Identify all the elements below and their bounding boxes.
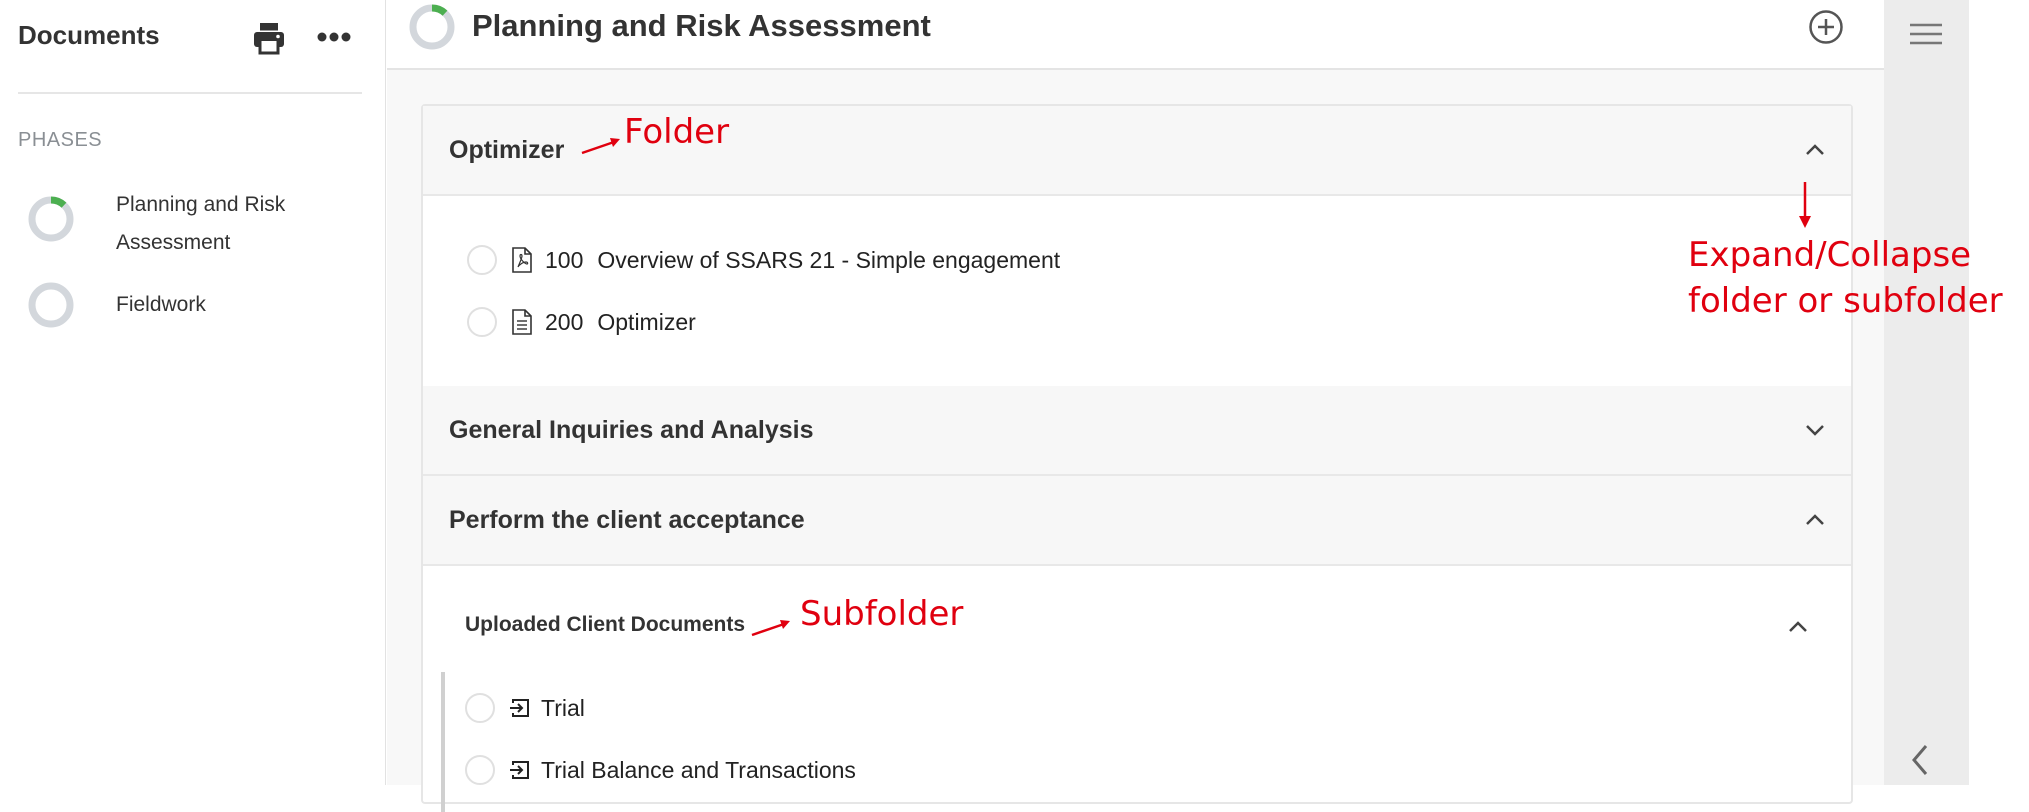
annotation-subfolder-label: Subfolder [800,594,964,634]
annotation-arrow [751,620,790,637]
select-radio[interactable] [465,693,495,723]
main-content: Planning and Risk Assessment Optimizer 1… [387,0,1884,812]
document-row[interactable]: 200 Optimizer [467,302,696,342]
folder-panel: Optimizer 100 Overview of SSARS 21 - Sim… [421,104,1853,812]
page-header: Planning and Risk Assessment [387,0,1884,70]
document-number: 100 [545,246,584,273]
document-row[interactable]: Trial [465,688,585,728]
chevron-up-icon[interactable] [1803,140,1827,160]
text-file-icon [512,309,532,335]
more-options-icon[interactable] [314,22,354,52]
folder-name: General Inquiries and Analysis [449,416,814,444]
select-radio[interactable] [467,307,497,337]
progress-ring-icon [409,4,455,50]
document-title[interactable]: Optimizer [597,309,695,336]
select-radio[interactable] [467,245,497,275]
chevron-up-icon[interactable] [1803,510,1827,530]
progress-ring-icon [28,196,74,242]
annotation-folder-label: Folder [624,112,730,152]
folder-name: Optimizer [449,136,565,164]
annotation-arrow [1799,182,1811,228]
document-number: 200 [545,308,584,335]
sidebar: Documents PHASES Planning and Risk Asses… [0,0,386,785]
chevron-left-icon[interactable] [1908,742,1932,778]
phase-item-planning[interactable]: Planning and Risk Assessment [26,186,336,262]
annotation-line: Expand/Collapse [1688,235,1972,275]
subfolder-name: Uploaded Client Documents [465,613,746,636]
sidebar-divider [18,92,362,94]
document-row[interactable]: Trial Balance and Transactions [465,750,856,790]
add-circle-icon[interactable] [1807,8,1845,46]
folder-name: Perform the client acceptance [449,506,805,534]
phase-label: Fieldwork [116,293,206,316]
folder-header-general-inquiries[interactable]: General Inquiries and Analysis [423,386,1851,476]
chevron-up-icon[interactable] [1787,618,1809,636]
folder-header-client-acceptance[interactable]: Perform the client acceptance [423,476,1851,566]
document-title[interactable]: Trial [541,695,585,722]
phase-label: Planning and Risk Assessment [116,193,286,254]
annotation-line: folder or subfolder [1688,281,2003,321]
import-icon [510,699,529,717]
sidebar-title: Documents [18,20,160,50]
document-title[interactable]: Overview of SSARS 21 - Simple engagement [597,247,1060,274]
hamburger-menu-icon[interactable] [1908,20,1944,48]
pdf-file-icon [512,247,532,273]
select-radio[interactable] [465,755,495,785]
annotation-arrow [581,138,620,155]
right-rail [1884,0,1969,785]
phase-item-fieldwork[interactable]: Fieldwork [26,280,336,330]
print-icon[interactable] [251,20,287,56]
document-title[interactable]: Trial Balance and Transactions [541,757,856,784]
progress-ring-icon [28,282,74,328]
annotation-expand-collapse-label: Expand/Collapse folder or subfolder [1688,232,2003,324]
subfolder-header-uploaded-client-documents[interactable]: Uploaded Client Documents [423,568,1851,668]
document-row[interactable]: 100 Overview of SSARS 21 - Simple engage… [467,240,1060,280]
phases-section-label: PHASES [18,129,103,151]
chevron-down-icon[interactable] [1803,420,1827,440]
subfolder-indent-bar [441,672,445,812]
page-title: Planning and Risk Assessment [472,8,931,43]
import-icon [510,761,529,779]
